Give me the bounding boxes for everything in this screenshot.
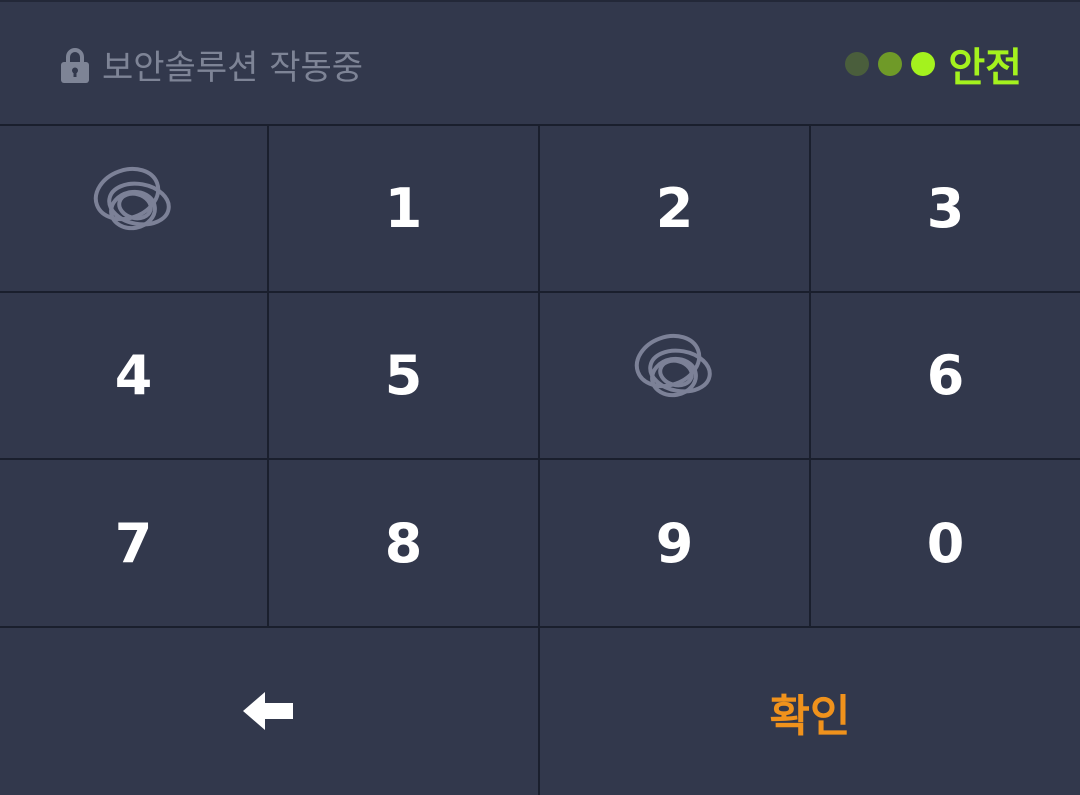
keypad-header: 보안솔루션 작동중 안전	[0, 0, 1080, 124]
key-8-label: 8	[384, 511, 423, 575]
key-7[interactable]: 7	[0, 460, 267, 626]
key-2[interactable]: 2	[540, 126, 809, 291]
key-1[interactable]: 1	[269, 126, 538, 291]
left-arrow-icon	[243, 680, 295, 743]
indicator-dot-3	[911, 52, 936, 76]
lock-icon	[60, 44, 90, 84]
key-0[interactable]: 0	[811, 460, 1080, 626]
key-4[interactable]: 4	[0, 293, 267, 458]
indicator-dot-1	[845, 52, 870, 76]
key-0-label: 0	[926, 511, 965, 575]
indicator-dot-2	[878, 52, 903, 76]
key-2-label: 2	[655, 177, 694, 240]
key-blank[interactable]	[0, 126, 267, 291]
backspace-button[interactable]	[0, 628, 538, 795]
safety-indicator: 안전	[845, 38, 1022, 91]
key-blank[interactable]	[540, 293, 809, 458]
confirm-button[interactable]: 확인	[540, 628, 1080, 795]
key-9-label: 9	[655, 511, 694, 575]
key-3-label: 3	[926, 177, 965, 240]
swirl-icon	[630, 329, 720, 422]
confirm-label: 확인	[769, 690, 851, 742]
key-7-label: 7	[114, 511, 153, 575]
key-4-label: 4	[114, 344, 153, 407]
key-5[interactable]: 5	[269, 293, 538, 458]
key-9[interactable]: 9	[540, 460, 809, 626]
key-6-label: 6	[926, 344, 965, 407]
security-status-label: 보안솔루션 작동중	[102, 47, 364, 88]
secure-keypad: 보안솔루션 작동중 안전 1 2 3 4 5 6 7 8 9 0 확인	[0, 0, 1080, 795]
key-8[interactable]: 8	[269, 460, 538, 626]
action-row: 확인	[0, 628, 1080, 795]
key-6[interactable]: 6	[811, 293, 1080, 458]
key-5-label: 5	[384, 344, 423, 407]
swirl-icon	[89, 162, 179, 255]
safety-label: 안전	[948, 45, 1022, 91]
keypad-grid: 1 2 3 4 5 6 7 8 9 0	[0, 126, 1080, 626]
security-status: 보안솔루션 작동중	[60, 40, 363, 88]
key-1-label: 1	[384, 177, 423, 240]
key-3[interactable]: 3	[811, 126, 1080, 291]
